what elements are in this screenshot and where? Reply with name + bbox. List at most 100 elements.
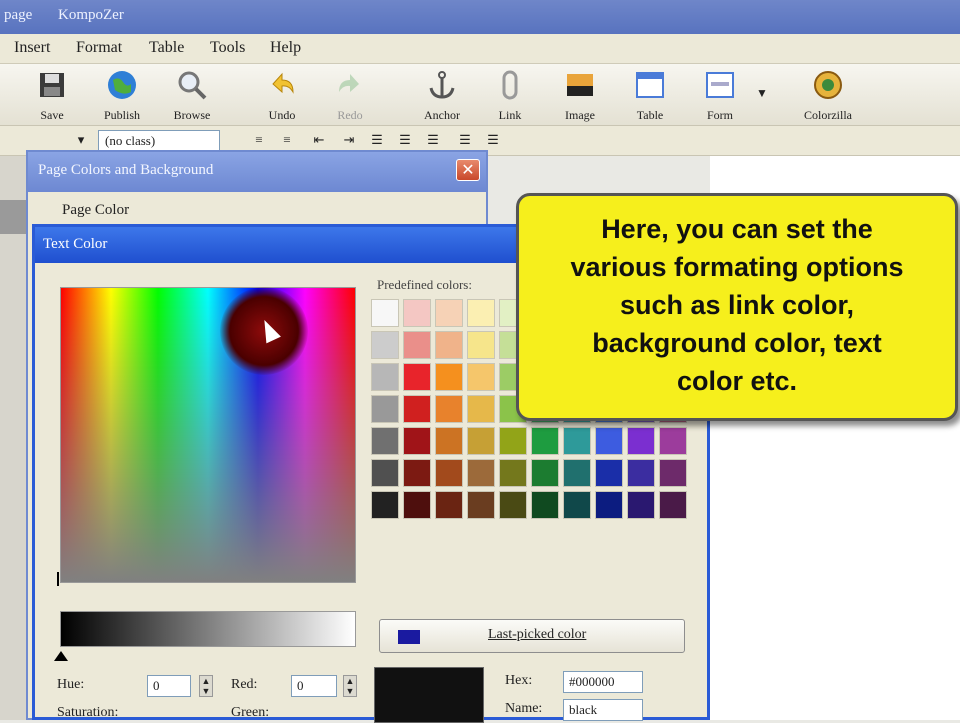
red-field[interactable]: 0 (291, 675, 337, 697)
color-swatch[interactable] (435, 491, 463, 519)
color-swatch[interactable] (627, 427, 655, 455)
color-swatch[interactable] (371, 363, 399, 391)
table-button[interactable]: Table (620, 68, 680, 123)
form-dropdown-arrow-icon[interactable]: ▼ (756, 86, 768, 101)
green-label: Green: (231, 705, 270, 720)
color-swatch[interactable] (531, 491, 559, 519)
class-combo[interactable]: (no class) (98, 130, 220, 152)
list-bullet-icon[interactable]: ≡ (250, 132, 268, 150)
menu-format[interactable]: Format (76, 39, 122, 57)
color-swatch[interactable] (499, 459, 527, 487)
align-justify-icon[interactable]: ☰ (456, 132, 474, 150)
last-picked-color-button[interactable]: Last-picked color (379, 619, 685, 653)
outdent-icon[interactable]: ⇤ (310, 132, 328, 150)
color-swatch[interactable] (435, 427, 463, 455)
hue-spinner-icon[interactable]: ▲ ▼ (199, 675, 213, 697)
saturation-label: Saturation: (57, 705, 119, 720)
form-button[interactable]: Form (690, 68, 750, 123)
menu-insert[interactable]: Insert (14, 39, 50, 57)
predefined-colors-label: Predefined colors: (377, 277, 472, 292)
save-icon (40, 73, 64, 97)
list-number-icon[interactable]: ≡ (278, 132, 296, 150)
color-swatch[interactable] (403, 427, 431, 455)
undo-button[interactable]: Undo (252, 68, 312, 123)
color-swatch[interactable] (659, 427, 687, 455)
color-swatch[interactable] (467, 331, 495, 359)
color-swatch[interactable] (371, 331, 399, 359)
color-swatch[interactable] (467, 427, 495, 455)
image-label: Image (565, 108, 595, 122)
color-swatch[interactable] (371, 299, 399, 327)
menu-tools[interactable]: Tools (210, 39, 245, 57)
link-button[interactable]: Link (480, 68, 540, 123)
callout-line: Here, you can set the (601, 214, 873, 244)
color-swatch[interactable] (531, 459, 559, 487)
color-swatch[interactable] (371, 427, 399, 455)
color-swatch[interactable] (627, 491, 655, 519)
redo-button[interactable]: Redo (320, 68, 380, 123)
color-swatch[interactable] (435, 299, 463, 327)
align-left-icon[interactable]: ☰ (368, 132, 386, 150)
color-swatch[interactable] (595, 491, 623, 519)
color-swatch[interactable] (595, 427, 623, 455)
color-swatch[interactable] (371, 491, 399, 519)
color-swatch[interactable] (659, 491, 687, 519)
color-swatch[interactable] (563, 459, 591, 487)
color-swatch[interactable] (435, 395, 463, 423)
browse-button[interactable]: Browse (162, 68, 222, 123)
color-swatch[interactable] (499, 491, 527, 519)
main-toolbar: Save Publish Browse Undo Redo Anchor Lin… (0, 64, 960, 126)
tutorial-callout: Here, you can set the various formating … (516, 193, 958, 421)
menu-help[interactable]: Help (270, 39, 301, 57)
color-swatch[interactable] (403, 299, 431, 327)
color-spectrum[interactable] (60, 287, 356, 583)
form-label: Form (706, 108, 733, 122)
color-swatch[interactable] (435, 363, 463, 391)
form-icon (706, 72, 734, 98)
color-swatch[interactable] (467, 299, 495, 327)
color-swatch[interactable] (499, 427, 527, 455)
undo-icon (272, 72, 294, 94)
color-swatch[interactable] (531, 427, 559, 455)
color-swatch[interactable] (403, 491, 431, 519)
color-swatch[interactable] (403, 395, 431, 423)
color-swatch[interactable] (467, 459, 495, 487)
align-right-icon[interactable]: ☰ (424, 132, 442, 150)
color-swatch[interactable] (371, 459, 399, 487)
redo-icon (339, 74, 359, 92)
colorzilla-button[interactable]: Colorzilla (796, 68, 860, 123)
color-swatch[interactable] (403, 459, 431, 487)
color-swatch[interactable] (435, 459, 463, 487)
name-field[interactable]: black (563, 699, 643, 721)
format-dropdown-icon[interactable]: ▾ (72, 132, 90, 150)
spectrum-marker (57, 572, 59, 586)
brightness-marker-icon[interactable] (54, 651, 68, 661)
color-swatch[interactable] (371, 395, 399, 423)
hue-field[interactable]: 0 (147, 675, 191, 697)
red-spinner-icon[interactable]: ▲ ▼ (343, 675, 357, 697)
hex-field[interactable]: #000000 (563, 671, 643, 693)
align-full-icon[interactable]: ☰ (484, 132, 502, 150)
indent-icon[interactable]: ⇥ (340, 132, 358, 150)
color-swatch[interactable] (467, 363, 495, 391)
color-swatch[interactable] (595, 459, 623, 487)
color-swatch[interactable] (467, 395, 495, 423)
save-button[interactable]: Save (22, 68, 82, 123)
align-center-icon[interactable]: ☰ (396, 132, 414, 150)
color-swatch[interactable] (659, 459, 687, 487)
color-swatch[interactable] (563, 491, 591, 519)
color-swatch[interactable] (627, 459, 655, 487)
color-swatch[interactable] (435, 331, 463, 359)
menu-table[interactable]: Table (149, 39, 184, 57)
anchor-button[interactable]: Anchor (412, 68, 472, 123)
brightness-slider[interactable] (60, 611, 356, 647)
color-swatch[interactable] (563, 427, 591, 455)
color-swatch[interactable] (403, 331, 431, 359)
color-swatch[interactable] (403, 363, 431, 391)
close-icon[interactable]: ✕ (456, 159, 480, 181)
image-button[interactable]: Image (550, 68, 610, 123)
color-swatch[interactable] (467, 491, 495, 519)
callout-line: color etc. (676, 366, 798, 396)
publish-button[interactable]: Publish (92, 68, 152, 123)
window-titlebar: page KompoZer (0, 0, 960, 34)
